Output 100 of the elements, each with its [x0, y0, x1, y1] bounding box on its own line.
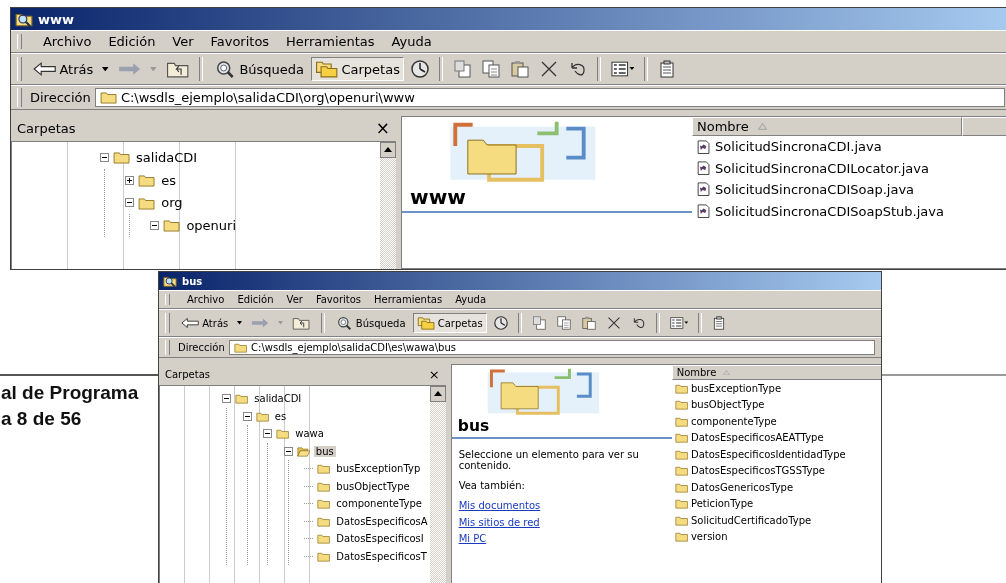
folder-icon [138, 195, 156, 210]
folder-icon [317, 515, 331, 528]
back-arrow-icon [33, 60, 57, 78]
link[interactable]: Mis sitios de red [458, 516, 540, 528]
tree-item[interactable]: es [159, 172, 178, 188]
collapse-icon[interactable] [283, 446, 293, 456]
folder-icon [674, 514, 688, 527]
scroll-up-button[interactable] [429, 386, 446, 403]
tree-item[interactable]: DatosEspecificosI [334, 533, 426, 545]
tree-item[interactable]: salidaCDI [252, 393, 304, 405]
link[interactable]: Mis documentos [458, 500, 541, 512]
menu-item[interactable]: Edición [237, 294, 274, 305]
tree-item[interactable]: componenteType [334, 498, 424, 510]
folders-button[interactable]: Carpetas [311, 57, 404, 81]
column-header[interactable]: Nombre [671, 365, 881, 381]
menu-item[interactable]: Ayuda [391, 34, 432, 49]
address-field[interactable]: C:\wsdls_ejemplo\salidaCDI\es\wawa\bus [228, 340, 875, 356]
file-name[interactable]: SolicitudSincronaCDISoapStub.java [715, 203, 944, 219]
address-label: Dirección [30, 90, 91, 105]
up-folder-icon [165, 60, 190, 78]
scroll-up-button[interactable] [380, 141, 396, 158]
address-label: Dirección [178, 342, 225, 354]
file-name[interactable]: componenteType [690, 415, 777, 427]
close-button[interactable]: × [375, 120, 390, 137]
tree-item[interactable]: openuri [184, 218, 238, 234]
file-name[interactable]: version [690, 531, 728, 543]
file-name[interactable]: SolicitudCertificadoType [690, 514, 812, 526]
file-name[interactable]: DatosEspecificosAEATType [690, 432, 824, 444]
column-header[interactable] [962, 117, 1006, 136]
page-stack-icon [452, 60, 471, 78]
see-also-label: Vea también: [458, 480, 525, 492]
tree-item[interactable]: wawa [293, 428, 326, 440]
sort-arrow-icon [723, 369, 731, 376]
back-button[interactable]: Atrás [177, 313, 233, 333]
folder-icon [163, 218, 181, 233]
file-name[interactable]: busExceptionType [690, 382, 782, 394]
expand-icon[interactable] [125, 175, 135, 185]
tree-item[interactable]: bus [313, 445, 336, 457]
menu-item[interactable]: Favoritos [210, 34, 270, 49]
tree-item[interactable]: DatosEspecificosT [334, 550, 429, 562]
collapse-icon[interactable] [100, 152, 109, 162]
folder-icon [276, 428, 290, 440]
folder-icon [235, 393, 249, 405]
file-name[interactable]: busObjectType [690, 399, 765, 411]
folder-icon [317, 463, 331, 475]
file-name[interactable]: SolicitudSincronaCDISoap.java [715, 182, 915, 198]
caret-icon [278, 321, 284, 325]
back-button[interactable]: Atrás [29, 57, 98, 81]
views-icon [610, 60, 635, 78]
menu-item[interactable]: Archivo [42, 34, 92, 49]
file-name[interactable]: PeticionType [690, 498, 754, 510]
menu-item[interactable]: Favoritos [315, 294, 362, 305]
properties-icon [711, 316, 726, 330]
file-name[interactable]: DatosGenericosType [690, 481, 794, 493]
folder-icon [674, 465, 688, 477]
search-button[interactable]: Búsqueda [330, 313, 410, 333]
folders-icon [315, 60, 339, 78]
folder-title: www [409, 184, 467, 209]
folder-icon [674, 498, 688, 510]
file-name[interactable]: DatosEspecificosTGSSType [690, 465, 825, 477]
tree-item[interactable]: busExceptionTyp [334, 463, 423, 475]
folder-icon [233, 342, 248, 354]
link[interactable]: Mi PC [458, 533, 487, 545]
menu-item[interactable]: Archivo [187, 294, 225, 305]
menu-item[interactable]: Ayuda [455, 294, 487, 305]
folder-icon [317, 550, 331, 563]
collapse-icon[interactable] [222, 394, 231, 404]
folder-icon [113, 150, 131, 165]
menu-item[interactable]: Ver [172, 34, 194, 49]
folders-button[interactable]: Carpetas [412, 313, 487, 333]
menu-item[interactable]: Ver [286, 294, 303, 305]
undo-icon [568, 60, 587, 78]
tree-item[interactable]: es [272, 410, 289, 422]
forward-arrow-icon [117, 60, 142, 78]
collapse-icon[interactable] [125, 198, 135, 208]
collapse-icon[interactable] [263, 429, 272, 439]
collapse-icon[interactable] [150, 221, 160, 231]
collapse-icon[interactable] [242, 411, 252, 421]
column-header[interactable]: Nombre [692, 117, 962, 136]
folder-icon [674, 531, 688, 543]
tree-item[interactable]: DatosEspecificosA [334, 515, 430, 527]
menu-item[interactable]: Edición [108, 34, 156, 49]
tree-item[interactable]: busObjectType [334, 480, 412, 492]
scrollbar[interactable] [429, 386, 446, 583]
menu-item[interactable]: Herramientas [374, 294, 443, 305]
search-button[interactable]: Búsqueda [209, 57, 309, 81]
folder-title: bus [456, 417, 491, 436]
menu-item[interactable]: Herramientas [286, 34, 375, 49]
tree-item[interactable]: salidaCDI [134, 149, 200, 165]
file-name[interactable]: SolicitudSincronaCDILocator.java [715, 160, 929, 176]
document-heading: a 8 de 56 [1, 407, 83, 431]
address-field[interactable]: C:\wsdls_ejemplo\salidaCDI\org\openuri\www [94, 88, 1005, 107]
scrollbar[interactable] [380, 141, 396, 269]
tree-item[interactable]: org [159, 195, 185, 211]
magnifier-folder-icon [163, 274, 177, 288]
folder-icon [674, 399, 688, 411]
file-name[interactable]: SolicitudSincronaCDI.java [715, 139, 882, 155]
folder-icon [317, 533, 331, 545]
close-button[interactable]: × [428, 368, 440, 382]
file-name[interactable]: DatosEspecificosIdentidadType [690, 448, 846, 460]
